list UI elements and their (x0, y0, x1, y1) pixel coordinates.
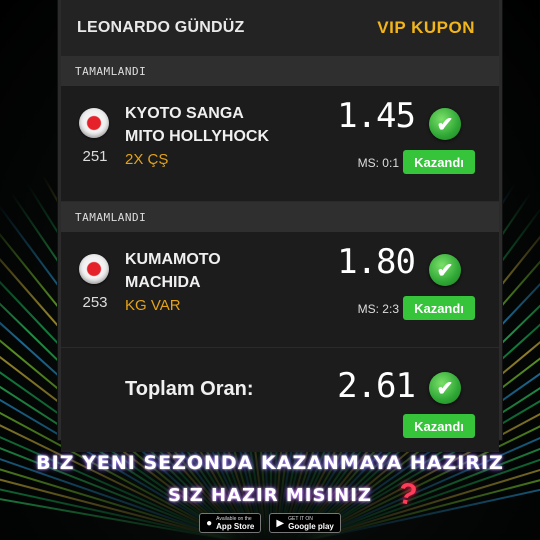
google-play-label: Google play (288, 522, 334, 531)
away-team: MITO HOLLYHOCK (125, 128, 270, 145)
vip-badge: VIP KUPON (377, 18, 475, 37)
total-label: Toplam Oran: (125, 378, 254, 400)
promo-subline: SIZ HAZIR MISINIZ (168, 485, 372, 506)
bet-type: KG VAR (125, 297, 181, 314)
match-code: 253 (82, 294, 108, 311)
japan-flag-icon (79, 108, 109, 138)
app-store-label: App Store (216, 522, 255, 531)
match-odd: 1.80 (337, 242, 416, 282)
tipster-name: LEONARDO GÜNDÜZ (77, 19, 245, 36)
home-team: KUMAMOTO (125, 251, 221, 268)
check-icon: ✔ (429, 372, 461, 404)
check-icon: ✔ (429, 254, 461, 286)
app-store-badge[interactable]: ● Available on the App Store (199, 513, 262, 533)
total-odd: 2.61 (337, 366, 416, 406)
bet-type: 2X ÇŞ (125, 151, 169, 168)
match-status-bar: TAMAMLANDI (61, 202, 499, 232)
final-score: MS: 0:1 (357, 156, 399, 170)
card-header: LEONARDO GÜNDÜZ VIP KUPON (61, 0, 499, 56)
japan-flag-icon (79, 254, 109, 284)
coupon-card: LEONARDO GÜNDÜZ VIP KUPON TAMAMLANDI 251… (58, 0, 502, 452)
final-score: MS: 2:3 (357, 302, 399, 316)
match-teams: KUMAMOTO MACHIDA KG VAR (125, 248, 221, 317)
total-odds-row: Toplam Oran: 2.61 ✔ Kazandı (61, 348, 499, 452)
apple-icon: ● (206, 517, 213, 529)
won-badge: Kazandı (403, 150, 475, 174)
play-icon: ▶ (276, 517, 285, 529)
google-play-badge[interactable]: ▶ GET IT ON Google play (269, 513, 341, 533)
match-code: 251 (82, 148, 108, 165)
home-team: KYOTO SANGA (125, 105, 244, 122)
away-team: MACHIDA (125, 274, 201, 291)
promo-headline: BIZ YENI SEZONDA KAZANMAYA HAZIRIZ (36, 452, 504, 474)
won-badge: Kazandı (403, 296, 475, 320)
match-odd: 1.45 (337, 96, 416, 136)
match-row[interactable]: 251 KYOTO SANGA MITO HOLLYHOCK 2X ÇŞ 1.4… (61, 86, 499, 202)
match-teams: KYOTO SANGA MITO HOLLYHOCK 2X ÇŞ (125, 102, 269, 171)
total-won-badge: Kazandı (403, 414, 475, 438)
store-badges: ● Available on the App Store ▶ GET IT ON… (0, 513, 540, 533)
check-icon: ✔ (429, 108, 461, 140)
match-status-bar: TAMAMLANDI (61, 56, 499, 86)
match-row[interactable]: 253 KUMAMOTO MACHIDA KG VAR 1.80 ✔ MS: 2… (61, 232, 499, 348)
